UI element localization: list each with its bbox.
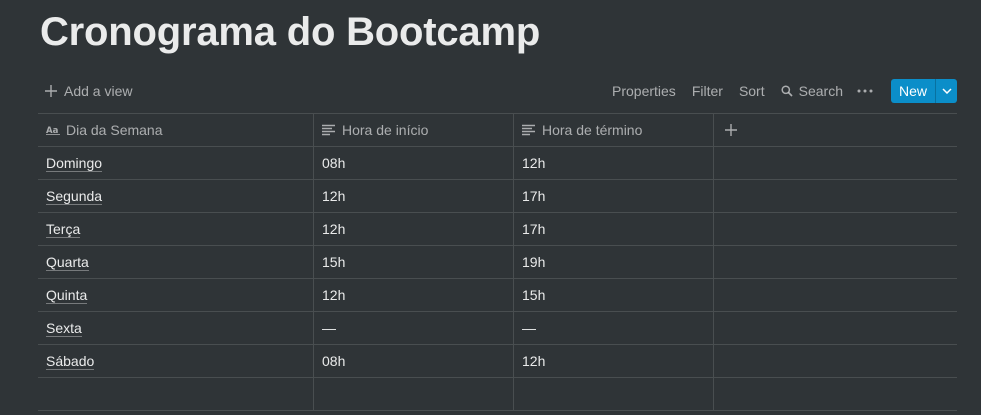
database-toolbar: Add a view Properties Filter Sort Search bbox=[38, 78, 957, 104]
text-property-icon bbox=[522, 124, 535, 136]
filter-button[interactable]: Filter bbox=[684, 78, 731, 104]
cell-hora-de-inicio[interactable]: 12h bbox=[314, 279, 514, 311]
cell-empty bbox=[714, 279, 957, 311]
cell-hora-de-inicio[interactable]: 12h bbox=[314, 213, 514, 245]
cell-hora-de-inicio[interactable]: 08h bbox=[314, 147, 514, 179]
column-header-label: Hora de término bbox=[542, 122, 643, 138]
more-horizontal-icon bbox=[857, 89, 873, 93]
cell-value: 12h bbox=[322, 188, 346, 204]
cell-dia-da-semana[interactable]: Sábado bbox=[38, 345, 314, 377]
cell-value: 12h bbox=[522, 155, 546, 171]
cell-value: 12h bbox=[522, 353, 546, 369]
plus-icon bbox=[45, 85, 57, 97]
search-button[interactable]: Search bbox=[773, 78, 851, 104]
cell-empty bbox=[714, 378, 957, 410]
column-header-hora-de-inicio[interactable]: Hora de início bbox=[314, 114, 514, 146]
cell-empty bbox=[714, 213, 957, 245]
database-page: Cronograma do Bootcamp Add a view Proper… bbox=[0, 0, 981, 415]
table-row: Sexta — — bbox=[38, 312, 957, 345]
cell-value: 15h bbox=[322, 254, 346, 270]
table-row: Domingo 08h 12h bbox=[38, 147, 957, 180]
cell-value: 19h bbox=[522, 254, 546, 270]
table-header: Aa Dia da Semana Hora de início Hora de … bbox=[38, 114, 957, 147]
new-button[interactable]: New bbox=[891, 79, 935, 103]
cell-dia-da-semana[interactable]: Quarta bbox=[38, 246, 314, 278]
cell-value: 15h bbox=[522, 287, 546, 303]
row-title[interactable]: Terça bbox=[46, 221, 81, 238]
cell-empty bbox=[714, 147, 957, 179]
cell-hora-de-inicio[interactable]: 08h bbox=[314, 345, 514, 377]
cell-hora-de-termino[interactable]: 12h bbox=[514, 147, 714, 179]
cell-empty[interactable] bbox=[514, 378, 714, 410]
column-header-label: Hora de início bbox=[342, 122, 429, 138]
database-table: Aa Dia da Semana Hora de início Hora de … bbox=[38, 113, 957, 411]
cell-empty[interactable] bbox=[38, 378, 314, 410]
properties-button[interactable]: Properties bbox=[604, 78, 684, 104]
cell-dia-da-semana[interactable]: Segunda bbox=[38, 180, 314, 212]
svg-text:Aa: Aa bbox=[46, 126, 59, 135]
cell-hora-de-termino[interactable]: 15h bbox=[514, 279, 714, 311]
cell-empty bbox=[714, 246, 957, 278]
add-view-label: Add a view bbox=[64, 83, 133, 99]
row-title[interactable]: Sexta bbox=[46, 320, 82, 337]
table-row: Quinta 12h 15h bbox=[38, 279, 957, 312]
cell-value: — bbox=[522, 320, 536, 336]
column-header-dia-da-semana[interactable]: Aa Dia da Semana bbox=[38, 114, 314, 146]
column-header-label: Dia da Semana bbox=[66, 122, 163, 138]
plus-icon bbox=[725, 124, 737, 136]
cell-value: 12h bbox=[322, 287, 346, 303]
column-header-hora-de-termino[interactable]: Hora de término bbox=[514, 114, 714, 146]
row-title[interactable]: Quinta bbox=[46, 287, 88, 304]
search-icon bbox=[781, 85, 793, 97]
table-row: Segunda 12h 17h bbox=[38, 180, 957, 213]
row-title[interactable]: Segunda bbox=[46, 188, 103, 205]
cell-empty bbox=[714, 345, 957, 377]
toolbar-actions: Properties Filter Sort Search New bbox=[604, 78, 957, 104]
cell-value: 17h bbox=[522, 188, 546, 204]
cell-hora-de-termino[interactable]: 17h bbox=[514, 180, 714, 212]
cell-dia-da-semana[interactable]: Terça bbox=[38, 213, 314, 245]
cell-empty[interactable] bbox=[314, 378, 514, 410]
new-button-group: New bbox=[890, 79, 957, 103]
cell-empty bbox=[714, 312, 957, 344]
cell-dia-da-semana[interactable]: Domingo bbox=[38, 147, 314, 179]
table-row: Quarta 15h 19h bbox=[38, 246, 957, 279]
cell-hora-de-termino[interactable]: 19h bbox=[514, 246, 714, 278]
cell-hora-de-inicio[interactable]: 12h bbox=[314, 180, 514, 212]
cell-value: 12h bbox=[322, 221, 346, 237]
cell-value: 08h bbox=[322, 155, 346, 171]
row-title[interactable]: Sábado bbox=[46, 353, 95, 370]
add-view-button[interactable]: Add a view bbox=[38, 78, 138, 104]
cell-dia-da-semana[interactable]: Quinta bbox=[38, 279, 314, 311]
cell-hora-de-termino[interactable]: 17h bbox=[514, 213, 714, 245]
cell-value: 08h bbox=[322, 353, 346, 369]
table-row-empty bbox=[38, 378, 957, 411]
cell-value: 17h bbox=[522, 221, 546, 237]
cell-hora-de-termino[interactable]: 12h bbox=[514, 345, 714, 377]
title-property-icon: Aa bbox=[46, 126, 60, 135]
sort-button[interactable]: Sort bbox=[731, 78, 773, 104]
page-title[interactable]: Cronograma do Bootcamp bbox=[40, 9, 540, 55]
table-row: Sábado 08h 12h bbox=[38, 345, 957, 378]
row-title[interactable]: Quarta bbox=[46, 254, 89, 271]
chevron-down-icon bbox=[941, 88, 952, 94]
cell-hora-de-termino[interactable]: — bbox=[514, 312, 714, 344]
text-property-icon bbox=[322, 124, 335, 136]
new-dropdown-button[interactable] bbox=[935, 79, 957, 103]
cell-dia-da-semana[interactable]: Sexta bbox=[38, 312, 314, 344]
search-label: Search bbox=[798, 83, 843, 99]
cell-hora-de-inicio[interactable]: — bbox=[314, 312, 514, 344]
row-title[interactable]: Domingo bbox=[46, 155, 103, 172]
cell-empty bbox=[714, 180, 957, 212]
table-row: Terça 12h 17h bbox=[38, 213, 957, 246]
more-options-button[interactable] bbox=[851, 78, 885, 104]
add-column-button[interactable] bbox=[714, 114, 957, 146]
cell-value: — bbox=[322, 320, 336, 336]
cell-hora-de-inicio[interactable]: 15h bbox=[314, 246, 514, 278]
